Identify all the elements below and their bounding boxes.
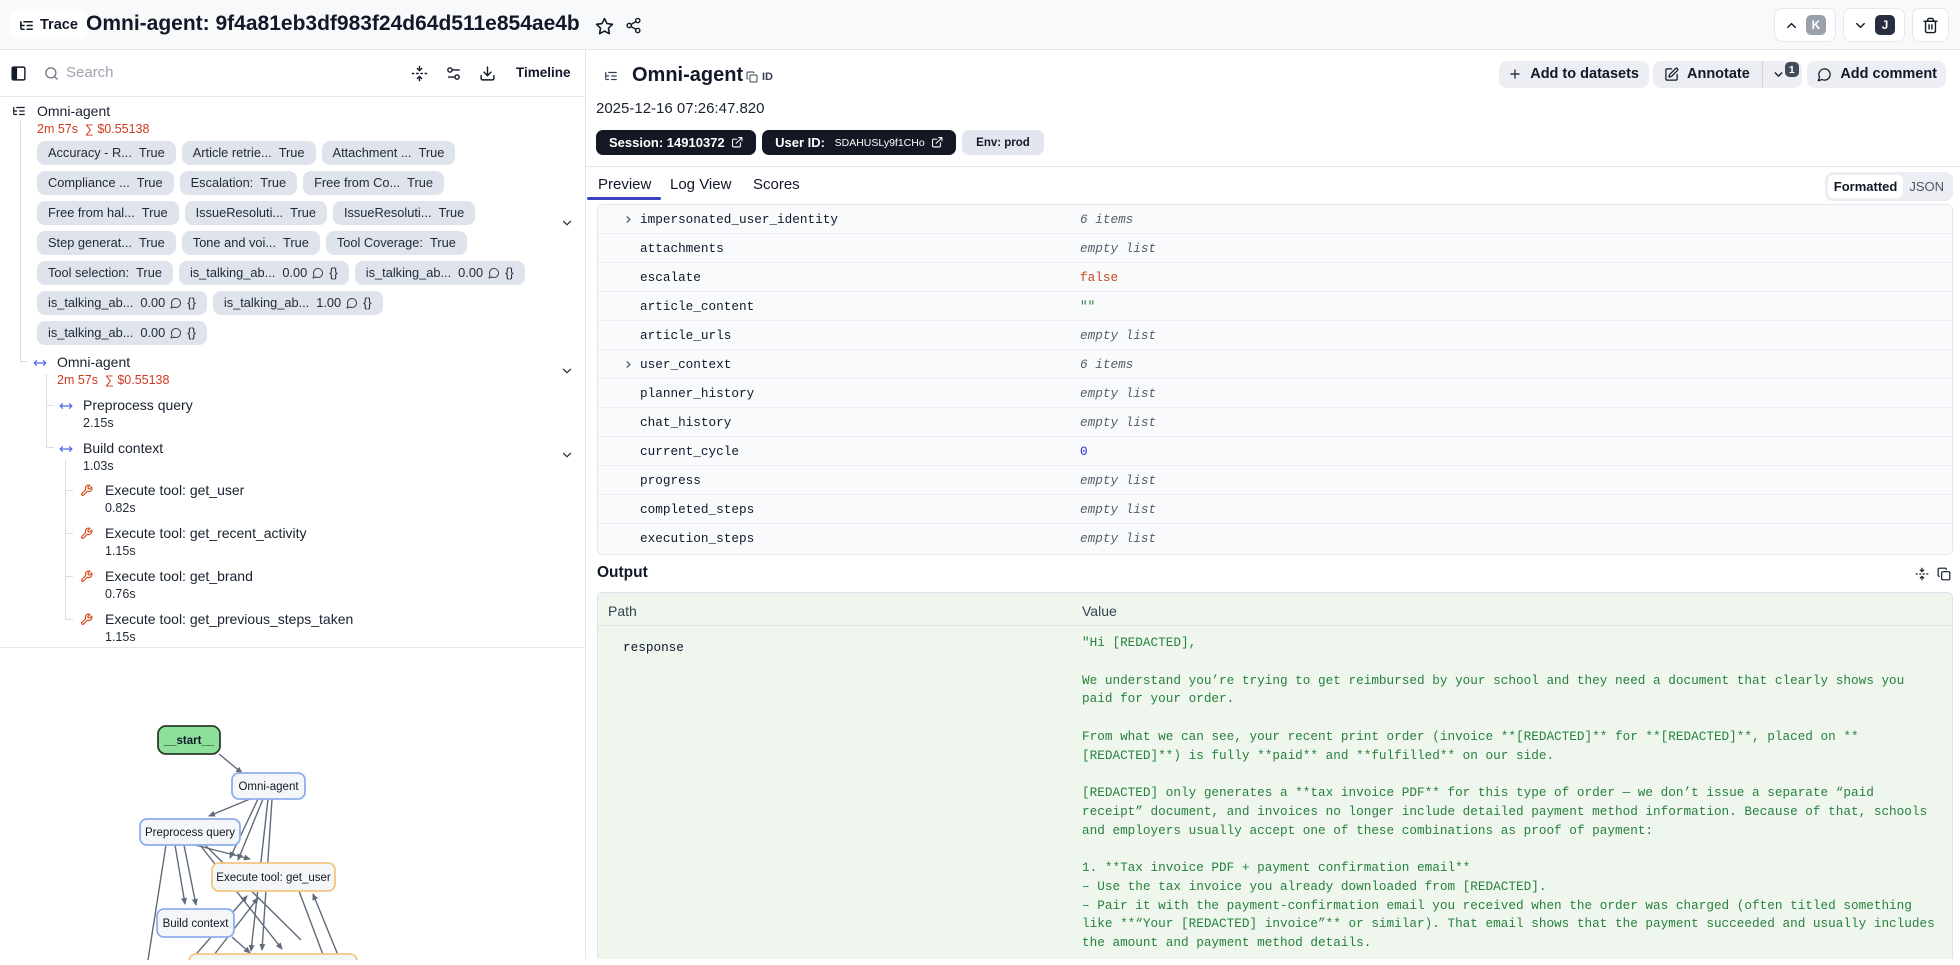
svg-text:Omni-agent: Omni-agent — [238, 781, 299, 793]
svg-text:Execute tool: get_user: Execute tool: get_user — [216, 872, 331, 884]
svg-text:Build context: Build context — [163, 918, 230, 930]
svg-text:Preprocess query: Preprocess query — [145, 827, 235, 839]
svg-text:__start__: __start__ — [163, 735, 215, 747]
